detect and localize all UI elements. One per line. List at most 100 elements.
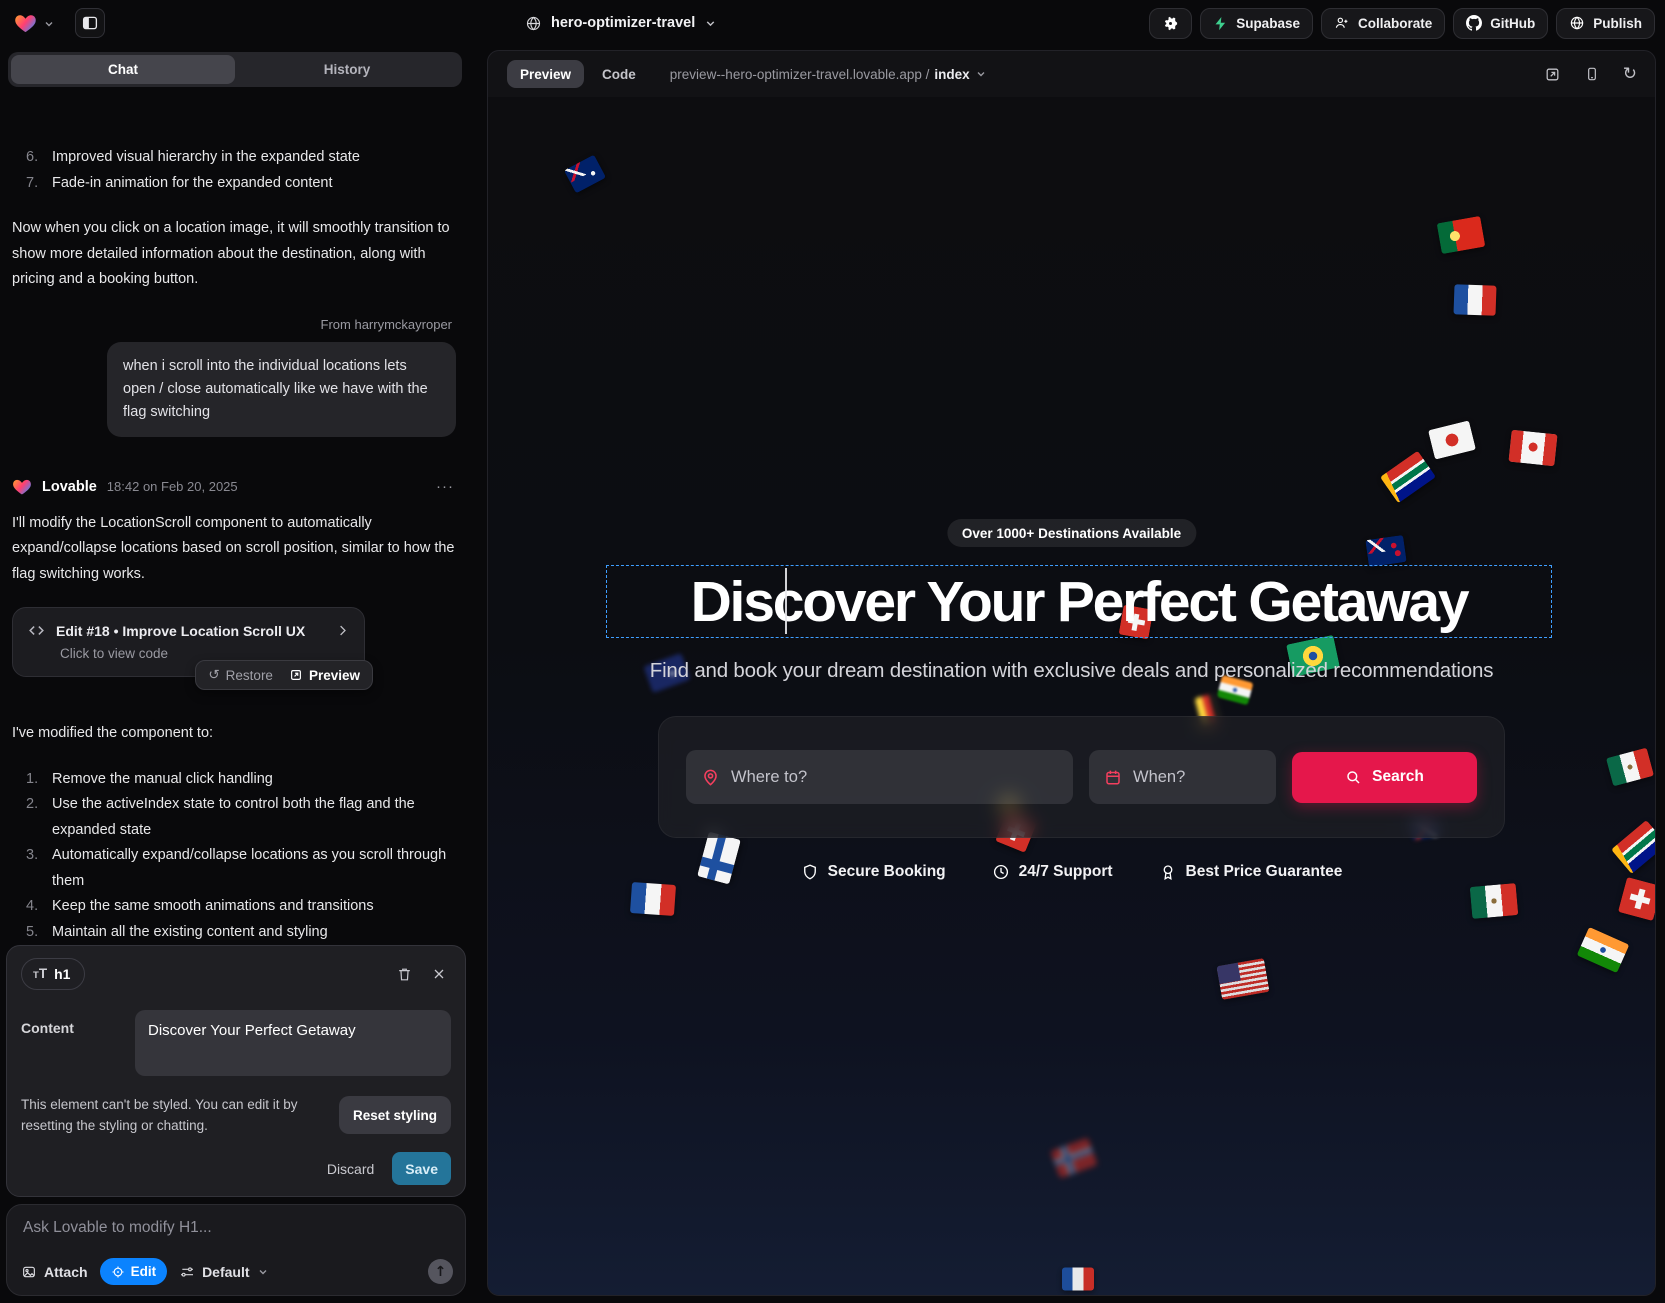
hero-subtitle: Find and book your dream destination wit… (488, 659, 1655, 683)
edit-card-title: Edit #18 • Improve Location Scroll UX (56, 623, 325, 639)
chat-input-box: Attach Edit Default ↑ (6, 1204, 466, 1296)
content-textarea[interactable]: Discover Your Perfect Getaway (135, 1010, 451, 1076)
france-3-flag (1062, 1268, 1094, 1291)
settings-button[interactable] (1149, 8, 1192, 39)
assistant-paragraph: I'll modify the LocationScroll component… (12, 511, 456, 588)
save-button[interactable]: Save (392, 1152, 451, 1185)
target-icon (111, 1265, 125, 1279)
refresh-icon[interactable]: ↻ (1623, 64, 1637, 84)
restore-button[interactable]: ↺ Restore (208, 667, 273, 683)
list-number: 1. (26, 767, 52, 793)
lovable-logo-heart-icon[interactable] (14, 12, 37, 35)
list-item: 2. Use the activeIndex state to control … (12, 792, 456, 843)
edit-label: Edit (131, 1264, 157, 1279)
shield-icon (801, 863, 819, 881)
where-to-field[interactable] (686, 750, 1073, 804)
search-button[interactable]: Search (1292, 752, 1477, 803)
button-label: GitHub (1490, 16, 1535, 31)
calendar-icon (1104, 768, 1122, 786)
tab-chat[interactable]: Chat (11, 55, 235, 84)
list-item: 1. Remove the manual click handling (12, 767, 456, 793)
attach-label: Attach (44, 1264, 88, 1280)
chat-history-tabs: Chat History (8, 52, 462, 87)
tab-history[interactable]: History (235, 55, 459, 84)
chevron-down-icon (975, 68, 987, 80)
trash-icon[interactable] (396, 966, 413, 983)
when-input[interactable] (1133, 768, 1261, 787)
collaborate-button[interactable]: Collaborate (1321, 8, 1445, 39)
hero-preview: Over 1000+ Destinations Available Discov… (488, 97, 1655, 1295)
sliders-icon (179, 1264, 195, 1280)
close-icon[interactable] (431, 966, 447, 982)
feature-label: Best Price Guarantee (1186, 863, 1343, 881)
switzerland-3-flag (1618, 877, 1655, 921)
text-size-icon: TT (33, 965, 47, 983)
list-text: Use the activeIndex state to control bot… (52, 792, 456, 843)
send-button[interactable]: ↑ (428, 1259, 453, 1284)
styling-note: This element can't be styled. You can ed… (21, 1094, 327, 1136)
tab-preview[interactable]: Preview (507, 60, 584, 88)
search-icon (1345, 769, 1361, 785)
reset-styling-button[interactable]: Reset styling (339, 1096, 451, 1134)
tab-code[interactable]: Code (602, 67, 636, 82)
list-text: Automatically expand/collapse locations … (52, 843, 456, 894)
element-tag-label: h1 (54, 966, 70, 982)
open-in-new-window-icon[interactable] (1544, 66, 1561, 83)
new-zealand-flag (1365, 535, 1406, 567)
publish-button[interactable]: Publish (1556, 8, 1655, 39)
github-button[interactable]: GitHub (1453, 8, 1548, 39)
india-2-flag (1577, 927, 1630, 973)
button-label: Collaborate (1358, 16, 1432, 31)
preview-label: Preview (309, 668, 360, 683)
when-field[interactable] (1089, 750, 1276, 804)
destinations-badge: Over 1000+ Destinations Available (947, 519, 1196, 547)
discard-button[interactable]: Discard (327, 1161, 374, 1177)
numbered-list-bottom: 1. Remove the manual click handling 2. U… (12, 767, 456, 946)
mexico-2-flag (1470, 883, 1519, 919)
text-caret (785, 568, 787, 634)
restore-icon: ↺ (208, 667, 219, 683)
heading-selection-box[interactable]: Discover Your Perfect Getaway (606, 565, 1552, 638)
list-text: Improved visual hierarchy in the expande… (52, 145, 360, 171)
list-text: Remove the manual click handling (52, 767, 273, 793)
assistant-paragraph: Now when you click on a location image, … (12, 216, 456, 293)
france-2-flag (630, 882, 676, 916)
sidebar-toggle-button[interactable] (75, 8, 105, 38)
project-switcher[interactable]: hero-optimizer-travel (525, 0, 717, 46)
list-number: 4. (26, 894, 52, 920)
publish-globe-icon (1569, 15, 1585, 31)
default-mode-button[interactable]: Default (179, 1264, 268, 1280)
list-item: 3. Automatically expand/collapse locatio… (12, 843, 456, 894)
where-to-input[interactable] (731, 768, 1058, 787)
list-number: 5. (26, 920, 52, 946)
edit-mode-button[interactable]: Edit (100, 1258, 168, 1285)
edit-card-subtitle: Click to view code (60, 646, 350, 661)
attach-button[interactable]: Attach (21, 1264, 88, 1280)
chat-input-field[interactable] (23, 1219, 449, 1237)
message-menu-button[interactable]: ··· (436, 478, 456, 495)
edit-version-card[interactable]: Edit #18 • Improve Location Scroll UX Cl… (12, 607, 365, 677)
map-pin-icon (701, 768, 720, 787)
list-number: 7. (26, 171, 52, 197)
chevron-right-icon (335, 623, 350, 638)
list-number: 3. (26, 843, 52, 894)
sidebar: Chat History 6. Improved visual hierarch… (0, 46, 472, 1303)
code-icon (27, 621, 46, 640)
supabase-button[interactable]: Supabase (1200, 8, 1313, 39)
usa-flag (1216, 958, 1269, 1000)
japan-flag (1428, 420, 1476, 459)
element-tag-chip[interactable]: TT h1 (21, 958, 85, 990)
supabase-icon (1213, 16, 1228, 31)
south-africa-flag (1380, 451, 1436, 504)
external-link-icon (289, 668, 303, 682)
default-label: Default (202, 1264, 249, 1280)
mobile-view-icon[interactable] (1584, 66, 1600, 82)
preview-button[interactable]: Preview (289, 668, 360, 683)
chevron-down-icon (257, 1266, 269, 1278)
feature-row: Secure Booking 24/7 Support Best Price G… (488, 863, 1655, 881)
chevron-down-icon[interactable] (43, 18, 55, 30)
norway-blur-flag (1050, 1138, 1098, 1179)
preview-url[interactable]: preview--hero-optimizer-travel.lovable.a… (670, 67, 987, 82)
message-timestamp: 18:42 on Feb 20, 2025 (107, 479, 238, 494)
hero-heading[interactable]: Discover Your Perfect Getaway (691, 569, 1468, 635)
